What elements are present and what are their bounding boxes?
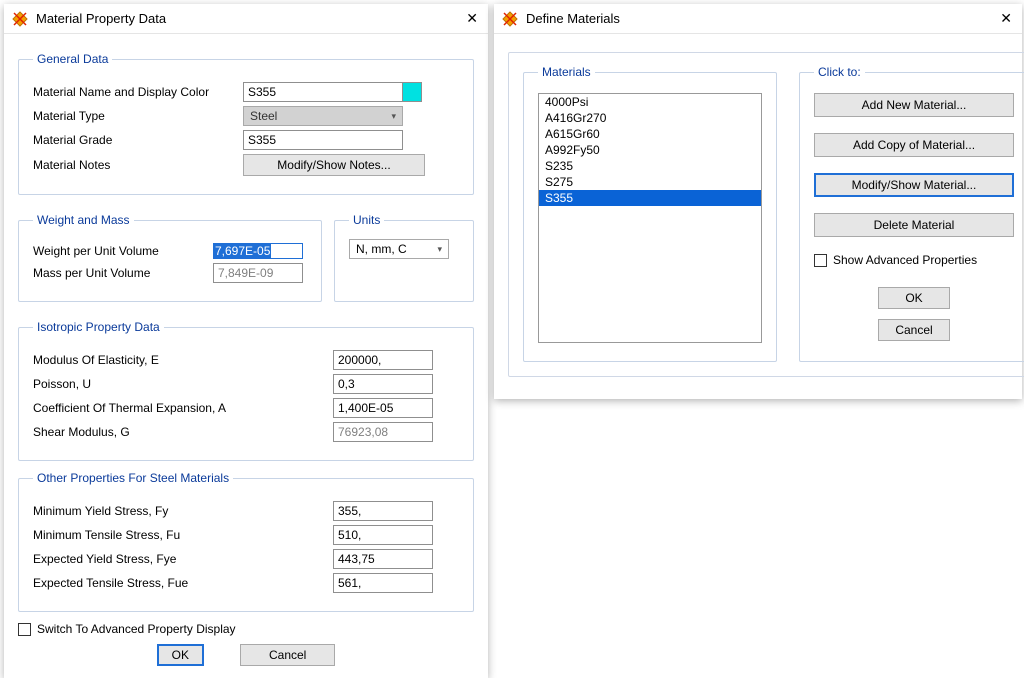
material-type-combo[interactable]: Steel ▾ [243, 106, 403, 126]
label-wpuv: Weight per Unit Volume [33, 244, 213, 258]
group-steel-props: Other Properties For Steel Materials Min… [18, 471, 474, 612]
e-input[interactable] [333, 350, 433, 370]
label-fue: Expected Tensile Stress, Fue [33, 576, 333, 590]
display-color-swatch[interactable] [402, 82, 422, 102]
label-material-type: Material Type [33, 109, 243, 123]
close-icon[interactable]: ✕ [1000, 10, 1012, 27]
advanced-toggle-checkbox[interactable] [18, 623, 31, 636]
mpuv-input[interactable] [213, 263, 303, 283]
group-materials-list: Materials 4000PsiA416Gr270A615Gr60A992Fy… [523, 65, 777, 362]
wpuv-value: 7,697E-05 [214, 244, 271, 258]
group-general: General Data Material Name and Display C… [18, 52, 474, 195]
group-legend: Materials [538, 65, 595, 79]
label-e: Modulus Of Elasticity, E [33, 353, 333, 367]
group-isotropic: Isotropic Property Data Modulus Of Elast… [18, 320, 474, 461]
material-property-dialog: Material Property Data ✕ General Data Ma… [4, 4, 488, 678]
show-advanced-checkbox[interactable] [814, 254, 827, 267]
modify-show-material-button[interactable]: Modify/Show Material... [814, 173, 1014, 197]
label-material-notes: Material Notes [33, 158, 243, 172]
cancel-button[interactable]: Cancel [878, 319, 950, 341]
combo-value: N, mm, C [356, 242, 407, 256]
label-a: Coefficient Of Thermal Expansion, A [33, 401, 333, 415]
u-input[interactable] [333, 374, 433, 394]
group-weight-mass: Weight and Mass Weight per Unit Volume 7… [18, 213, 322, 302]
dialog-title: Material Property Data [36, 11, 166, 26]
fu-input[interactable] [333, 525, 433, 545]
list-item[interactable]: A615Gr60 [539, 126, 761, 142]
ok-button[interactable]: OK [157, 644, 204, 666]
show-advanced-label: Show Advanced Properties [833, 253, 977, 267]
close-icon[interactable]: ✕ [466, 10, 478, 27]
add-copy-material-button[interactable]: Add Copy of Material... [814, 133, 1014, 157]
define-materials-dialog: Define Materials ✕ Materials 4000PsiA416… [494, 4, 1022, 399]
list-item[interactable]: A992Fy50 [539, 142, 761, 158]
list-item[interactable]: A416Gr270 [539, 110, 761, 126]
label-fy: Minimum Yield Stress, Fy [33, 504, 333, 518]
list-item[interactable]: S235 [539, 158, 761, 174]
app-icon [12, 11, 28, 27]
group-legend: Isotropic Property Data [33, 320, 164, 334]
titlebar: Define Materials ✕ [494, 4, 1022, 34]
fye-input[interactable] [333, 549, 433, 569]
label-mpuv: Mass per Unit Volume [33, 266, 213, 280]
units-combo[interactable]: N, mm, C ▾ [349, 239, 449, 259]
group-units: Units N, mm, C ▾ [334, 213, 474, 302]
fy-input[interactable] [333, 501, 433, 521]
group-legend: Weight and Mass [33, 213, 134, 227]
modify-notes-button[interactable]: Modify/Show Notes... [243, 154, 425, 176]
chevron-down-icon: ▾ [437, 244, 442, 255]
cancel-button[interactable]: Cancel [240, 644, 335, 666]
label-fye: Expected Yield Stress, Fye [33, 552, 333, 566]
group-legend: Other Properties For Steel Materials [33, 471, 233, 485]
group-legend: Units [349, 213, 384, 227]
delete-material-button[interactable]: Delete Material [814, 213, 1014, 237]
list-item[interactable]: S275 [539, 174, 761, 190]
app-icon [502, 11, 518, 27]
label-fu: Minimum Tensile Stress, Fu [33, 528, 333, 542]
material-name-input[interactable] [243, 82, 403, 102]
advanced-toggle-label: Switch To Advanced Property Display [37, 622, 236, 636]
label-material-name: Material Name and Display Color [33, 85, 243, 99]
list-item[interactable]: 4000Psi [539, 94, 761, 110]
chevron-down-icon: ▾ [391, 111, 396, 122]
combo-value: Steel [250, 109, 277, 123]
dialog-title: Define Materials [526, 11, 620, 26]
material-grade-input[interactable] [243, 130, 403, 150]
label-u: Poisson, U [33, 377, 333, 391]
g-input[interactable] [333, 422, 433, 442]
a-input[interactable] [333, 398, 433, 418]
ok-button[interactable]: OK [878, 287, 950, 309]
materials-listbox[interactable]: 4000PsiA416Gr270A615Gr60A992Fy50S235S275… [538, 93, 762, 343]
group-click-to: Click to: Add New Material... Add Copy o… [799, 65, 1024, 362]
list-item[interactable]: S355 [539, 190, 761, 206]
fue-input[interactable] [333, 573, 433, 593]
group-define-outer: Materials 4000PsiA416Gr270A615Gr60A992Fy… [508, 52, 1024, 377]
add-new-material-button[interactable]: Add New Material... [814, 93, 1014, 117]
group-legend: Click to: [814, 65, 865, 79]
label-material-grade: Material Grade [33, 133, 243, 147]
titlebar: Material Property Data ✕ [4, 4, 488, 34]
label-g: Shear Modulus, G [33, 425, 333, 439]
wpuv-input[interactable]: 7,697E-05 [213, 243, 303, 259]
group-legend: General Data [33, 52, 112, 66]
